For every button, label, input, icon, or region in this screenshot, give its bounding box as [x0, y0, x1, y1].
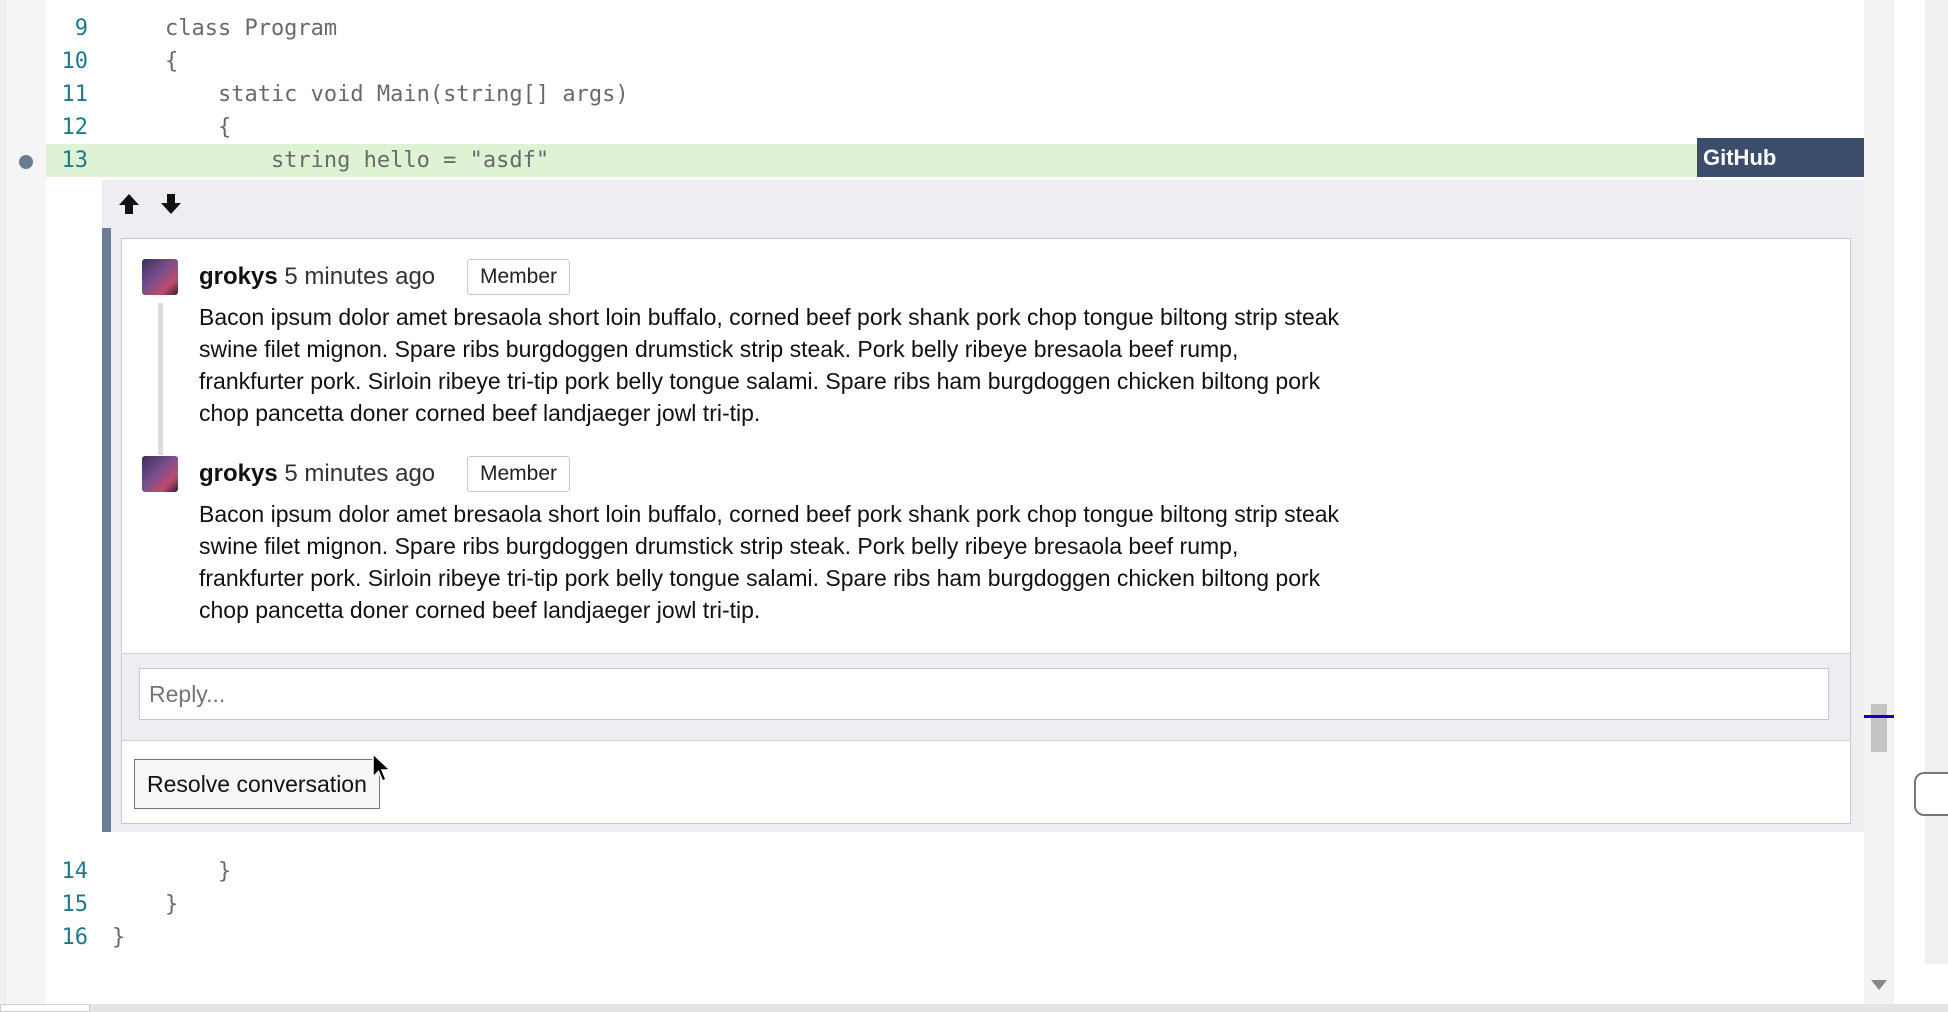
line-number: 13: [61, 148, 89, 173]
code-line: 9 class Program: [46, 12, 1864, 45]
comment-author[interactable]: grokys: [199, 460, 278, 487]
comment-time: 5 minutes ago: [284, 460, 436, 487]
code-line: 10 {: [46, 45, 1864, 78]
code-line: 16 }: [46, 921, 1864, 954]
code-text: class Program: [112, 16, 338, 41]
code-text: }: [112, 859, 232, 884]
scroll-position-marker: [1864, 715, 1894, 718]
comment-nav-bar: [102, 180, 1864, 228]
comment-thread: grokys 5 minutes ago Member Bacon ipsum …: [121, 238, 1851, 824]
member-badge: Member: [467, 456, 571, 492]
comment-author[interactable]: grokys: [199, 263, 278, 290]
comment-header: grokys 5 minutes ago: [199, 259, 435, 295]
comment: grokys 5 minutes ago Member Bacon ipsum …: [142, 259, 1342, 455]
comment-header: grokys 5 minutes ago: [199, 456, 435, 492]
line-number: 12: [61, 115, 89, 140]
resolve-conversation-button[interactable]: Resolve conversation: [134, 759, 380, 809]
comment: grokys 5 minutes ago Member Bacon ipsum …: [142, 456, 1342, 646]
line-number: 11: [61, 82, 89, 107]
thread-connector: [158, 303, 163, 455]
glyph-margin: [6, 0, 46, 1012]
thread-accent-bar: [102, 228, 111, 832]
member-badge: Member: [467, 259, 571, 295]
right-panel-edge: [1925, 0, 1948, 964]
line-number: 15: [61, 892, 89, 917]
code-line: 11 static void Main(string[] args): [46, 78, 1864, 111]
code-text: }: [112, 892, 179, 917]
vertical-scrollbar[interactable]: [1864, 0, 1894, 1004]
comment-body: Bacon ipsum dolor amet bresaola short lo…: [199, 304, 1340, 426]
reply-area: [122, 653, 1850, 741]
mouse-cursor-icon: [372, 753, 392, 782]
line-number: 9: [74, 16, 88, 41]
avatar[interactable]: [142, 456, 178, 492]
code-text: {: [112, 49, 179, 74]
comment-time: 5 minutes ago: [284, 263, 436, 290]
code-text: static void Main(string[] args): [112, 82, 629, 107]
code-line: 12 {: [46, 111, 1864, 144]
line-number: 16: [61, 925, 89, 950]
avatar[interactable]: [142, 259, 178, 295]
collapsed-panel-tab[interactable]: [1914, 772, 1948, 816]
comment-marker-icon[interactable]: [19, 155, 33, 169]
code-text: string hello = "asdf": [112, 148, 550, 173]
code-line: 15 }: [46, 888, 1864, 921]
scrollbar-thumb[interactable]: [0, 1004, 90, 1012]
arrow-up-icon[interactable]: [118, 192, 140, 216]
code-text: }: [112, 925, 126, 950]
reply-input[interactable]: [139, 668, 1829, 720]
github-tag[interactable]: GitHub: [1697, 138, 1864, 177]
code-line: 14 }: [46, 855, 1864, 888]
horizontal-scrollbar[interactable]: [0, 1004, 1948, 1012]
line-number: 14: [61, 859, 89, 884]
scrollbar-thumb[interactable]: [1871, 704, 1887, 752]
scroll-down-arrow-icon[interactable]: [1871, 980, 1887, 990]
line-number: 10: [61, 49, 89, 74]
comment-body: Bacon ipsum dolor amet bresaola short lo…: [199, 501, 1340, 623]
code-text: {: [112, 115, 232, 140]
code-line-highlighted: 13 string hello = "asdf": [46, 144, 1864, 177]
arrow-down-icon[interactable]: [160, 192, 182, 216]
